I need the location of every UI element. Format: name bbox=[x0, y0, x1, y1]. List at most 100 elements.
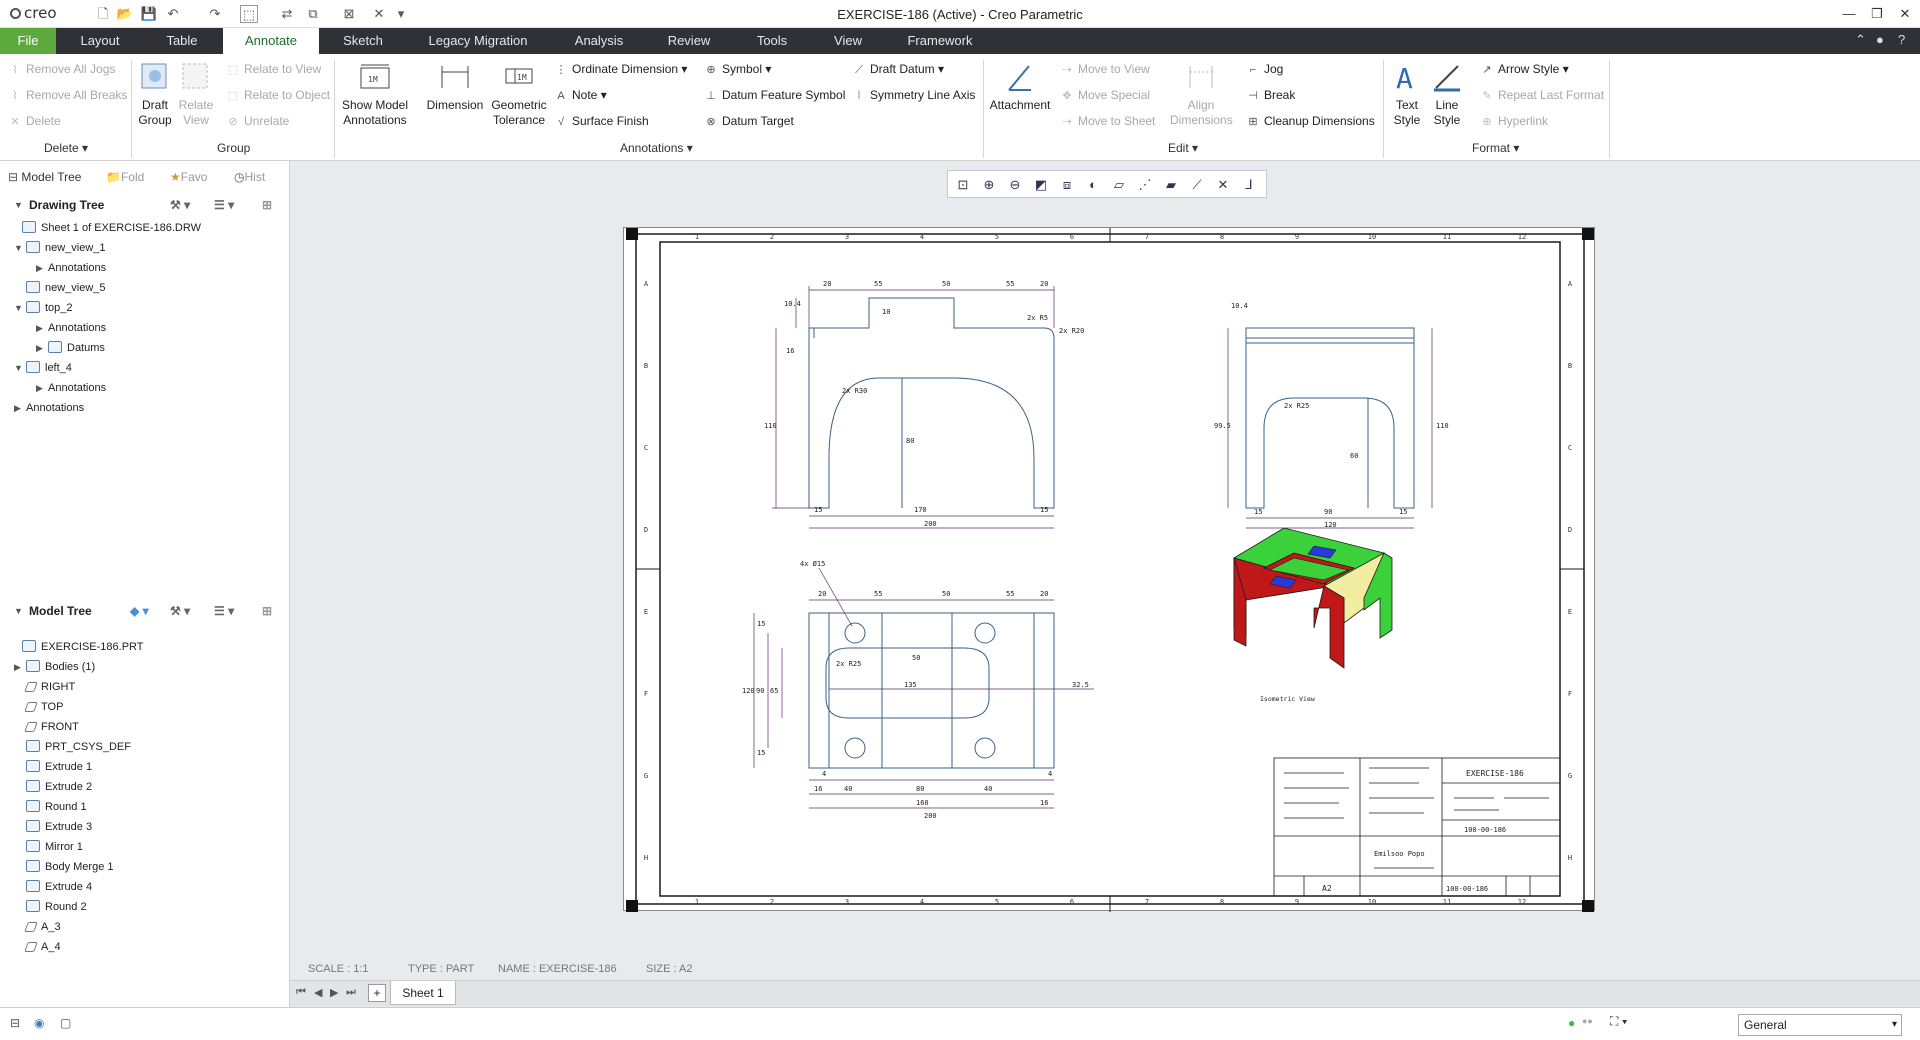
model-tree-item[interactable]: Extrude 3 bbox=[14, 817, 92, 837]
csys-display-icon[interactable]: ⅃ bbox=[1240, 176, 1258, 194]
model-tree-item[interactable]: Extrude 1 bbox=[14, 757, 92, 777]
tab-favorites[interactable]: ★Favo bbox=[170, 167, 207, 187]
fullscreen-icon[interactable]: ▢ bbox=[60, 1016, 71, 1030]
add-sheet-button[interactable]: + bbox=[368, 984, 386, 1002]
ordinate-dimension-button[interactable]: ⋮ Ordinate Dimension ▾ bbox=[554, 61, 688, 78]
model-tree-item[interactable]: A_3 bbox=[14, 917, 61, 937]
drawing-tree-item[interactable]: ▼ left_4 bbox=[14, 358, 72, 378]
tab-table[interactable]: Table bbox=[158, 28, 206, 54]
geometric-tolerance-button[interactable]: 1M Geometric Tolerance bbox=[490, 60, 548, 128]
browser-toggle-icon[interactable]: ◉ bbox=[34, 1016, 44, 1030]
model-tree-item[interactable]: Extrude 4 bbox=[14, 877, 92, 897]
tab-folder-browser[interactable]: 📁Fold bbox=[106, 167, 144, 187]
symbol-button[interactable]: ⊕ Symbol ▾ bbox=[704, 61, 771, 78]
align-dimensions-button[interactable]: Align Dimensions bbox=[1170, 60, 1233, 128]
tree-settings-icon[interactable]: ⚒ ▾ bbox=[170, 598, 190, 624]
tab-file[interactable]: File bbox=[0, 28, 56, 54]
model-tree-item[interactable]: ▶ Bodies (1) bbox=[14, 657, 95, 677]
hyperlink-button[interactable]: ⊕ Hyperlink bbox=[1480, 113, 1548, 130]
tab-history[interactable]: ◷Hist bbox=[234, 167, 265, 187]
model-tree-item[interactable]: RIGHT bbox=[14, 677, 75, 697]
zoom-out-icon[interactable]: ⊖ bbox=[1006, 176, 1024, 194]
tab-tools[interactable]: Tools bbox=[750, 28, 794, 54]
datum-display-icon[interactable]: ⋰ bbox=[1136, 176, 1154, 194]
expand-icon[interactable]: ▶ bbox=[36, 378, 48, 398]
remove-all-breaks-button[interactable]: ⌇ Remove All Breaks bbox=[8, 87, 127, 104]
unrelate-button[interactable]: ⊘ Unrelate bbox=[226, 113, 289, 130]
relate-to-object-button[interactable]: ⬚ Relate to Object bbox=[226, 87, 330, 104]
tab-model-tree[interactable]: ⊟ Model Tree bbox=[8, 167, 81, 187]
drawing-tree-item[interactable]: ▼ top_2 bbox=[14, 298, 73, 318]
navigator-toggle-icon[interactable]: ⊟ bbox=[10, 1016, 20, 1030]
restore-icon[interactable]: ❐ bbox=[1864, 4, 1890, 24]
collapse-icon[interactable]: ▼ bbox=[14, 192, 23, 218]
drawing-tree-item[interactable]: ▼ new_view_1 bbox=[14, 238, 106, 258]
close-icon[interactable]: ✕ bbox=[1892, 4, 1918, 24]
expand-icon[interactable]: ▶ bbox=[36, 338, 48, 358]
format-group-label[interactable]: Format ▾ bbox=[1472, 141, 1519, 155]
zoom-in-icon[interactable]: ⊕ bbox=[980, 176, 998, 194]
move-to-sheet-button[interactable]: ⇢ Move to Sheet bbox=[1060, 113, 1155, 130]
drawing-tree-item[interactable]: new_view_5 bbox=[14, 278, 106, 298]
drawing-tree-item[interactable]: Sheet 1 of EXERCISE-186.DRW bbox=[10, 218, 201, 238]
cleanup-dimensions-button[interactable]: ⊞ Cleanup Dimensions bbox=[1246, 113, 1374, 130]
repaint-icon[interactable]: ◩ bbox=[1032, 176, 1050, 194]
model-tree-item[interactable]: PRT_CSYS_DEF bbox=[14, 737, 131, 757]
tree-columns-icon[interactable]: ☰ ▾ bbox=[214, 192, 234, 218]
tab-sheet-1[interactable]: Sheet 1 bbox=[390, 981, 456, 1005]
tree-settings-icon[interactable]: ⚒ ▾ bbox=[170, 192, 190, 218]
tab-sketch[interactable]: Sketch bbox=[338, 28, 388, 54]
expand-icon[interactable]: ▶ bbox=[36, 318, 48, 338]
expand-icon[interactable]: ▼ bbox=[14, 358, 26, 378]
tree-columns-icon[interactable]: ☰ ▾ bbox=[214, 598, 234, 624]
drawing-tree-item[interactable]: ▶ Annotations bbox=[36, 258, 106, 278]
expand-icon[interactable]: ▶ bbox=[14, 657, 26, 677]
model-tree-item[interactable]: Mirror 1 bbox=[14, 837, 83, 857]
display-style-icon[interactable]: ⧈ bbox=[1058, 176, 1076, 194]
tab-view[interactable]: View bbox=[826, 28, 870, 54]
layers-icon[interactable]: ▱ bbox=[1110, 176, 1128, 194]
move-special-button[interactable]: ✥ Move Special bbox=[1060, 87, 1150, 104]
relate-view-button[interactable]: Relate View bbox=[176, 60, 216, 128]
jog-button[interactable]: ⌐ Jog bbox=[1246, 61, 1284, 78]
expand-icon[interactable]: ▼ bbox=[14, 298, 26, 318]
show-icon[interactable]: ◆ ▾ bbox=[130, 598, 149, 624]
model-tree-header[interactable]: ▼ Model Tree ◆ ▾ ⚒ ▾ ☰ ▾ ⊞ bbox=[0, 598, 290, 624]
tab-legacy-migration[interactable]: Legacy Migration bbox=[420, 28, 536, 54]
remove-all-jogs-button[interactable]: ⌇ Remove All Jogs bbox=[8, 61, 115, 78]
expand-icon[interactable]: ▶ bbox=[14, 398, 26, 418]
find-icon[interactable]: ⛶ ▾ bbox=[1610, 1014, 1628, 1029]
surface-finish-button[interactable]: √ Surface Finish bbox=[554, 113, 649, 130]
arrow-style-button[interactable]: ↗ Arrow Style ▾ bbox=[1480, 61, 1568, 78]
delete-button[interactable]: ✕ Delete bbox=[8, 113, 60, 130]
datum-target-button[interactable]: ⊗ Datum Target bbox=[704, 113, 793, 130]
plane-display-icon[interactable]: ▰ bbox=[1162, 176, 1180, 194]
drawing-tree-item[interactable]: ▶ Annotations bbox=[36, 318, 106, 338]
next-sheet-icon[interactable]: ▶ bbox=[330, 986, 338, 999]
line-style-button[interactable]: Line Style bbox=[1428, 60, 1466, 128]
tab-review[interactable]: Review bbox=[662, 28, 716, 54]
prev-sheet-icon[interactable]: ◀ bbox=[314, 986, 322, 999]
show-model-annotations-button[interactable]: 1M Show Model Annotations bbox=[340, 60, 410, 128]
datum-feature-symbol-button[interactable]: ⊥ Datum Feature Symbol bbox=[704, 87, 845, 104]
collapse-icon[interactable]: ▼ bbox=[14, 598, 23, 624]
help-icon[interactable]: ? bbox=[1898, 32, 1905, 47]
annotations-group-label[interactable]: Annotations ▾ bbox=[620, 141, 693, 155]
first-sheet-icon[interactable]: ⏮ bbox=[296, 986, 306, 999]
tab-annotate[interactable]: Annotate bbox=[223, 28, 319, 54]
tab-framework[interactable]: Framework bbox=[900, 28, 980, 54]
delete-group-label[interactable]: Delete ▾ bbox=[44, 141, 88, 155]
collapse-ribbon-icon[interactable]: ⌃ bbox=[1855, 32, 1866, 48]
model-tree-item[interactable]: Body Merge 1 bbox=[14, 857, 113, 877]
model-tree-item[interactable]: FRONT bbox=[14, 717, 79, 737]
expand-icon[interactable]: ▶ bbox=[36, 258, 48, 278]
tree-filter-icon[interactable]: ⊞ bbox=[262, 192, 272, 218]
model-tree-item[interactable]: A_4 bbox=[14, 937, 61, 957]
tab-analysis[interactable]: Analysis bbox=[570, 28, 628, 54]
selection-filter-select[interactable]: General ▾ bbox=[1738, 1014, 1902, 1036]
model-tree-item[interactable]: EXERCISE-186.PRT bbox=[10, 637, 144, 657]
draft-datum-button[interactable]: ⟋ Draft Datum ▾ bbox=[852, 61, 944, 78]
drawing-tree-header[interactable]: ▼ Drawing Tree ⚒ ▾ ☰ ▾ ⊞ bbox=[0, 192, 290, 218]
text-style-button[interactable]: A Text Style bbox=[1388, 60, 1426, 128]
drawing-tree-item[interactable]: ▶ Annotations bbox=[14, 398, 84, 418]
